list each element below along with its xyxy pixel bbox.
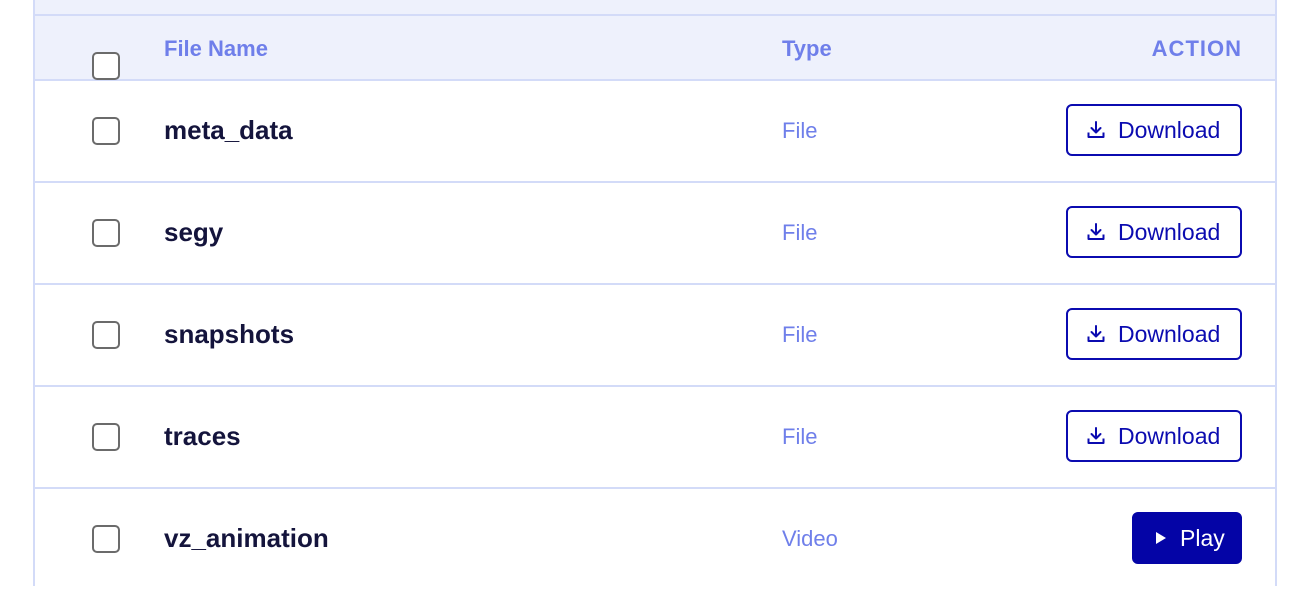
file-type: File [782,118,818,143]
download-icon [1087,223,1105,240]
table-row: meta_data File Download [35,81,1275,183]
row-checkbox[interactable] [92,117,120,145]
download-icon [1087,427,1105,444]
files-table-container: File Name Type ACTION meta_data File Dow… [33,0,1277,586]
file-name: meta_data [164,115,293,145]
download-button[interactable]: Download [1066,206,1242,258]
row-checkbox[interactable] [92,423,120,451]
play-icon [1156,532,1166,544]
file-type: Video [782,526,838,551]
download-button-label: Download [1118,116,1221,143]
table-row: segy File Download [35,183,1275,285]
file-type: File [782,424,818,449]
row-checkbox[interactable] [92,321,120,349]
download-button[interactable]: Download [1066,410,1242,462]
download-icon [1087,121,1105,138]
download-button[interactable]: Download [1066,308,1242,360]
table-top-strip [35,0,1275,16]
file-name: snapshots [164,319,295,349]
download-button-label: Download [1118,218,1221,245]
files-table: File Name Type ACTION meta_data File Dow… [35,16,1275,589]
row-checkbox[interactable] [92,525,120,553]
file-type: File [782,322,818,347]
file-type: File [782,220,818,245]
column-header-file-name[interactable]: File Name [164,36,268,62]
table-header-row: File Name Type ACTION [35,16,1275,81]
table-row: vz_animation Video Play [35,489,1275,589]
table-row: traces File Download [35,387,1275,489]
column-header-type[interactable]: Type [782,36,832,62]
download-button-label: Download [1118,422,1221,449]
column-header-action: ACTION [1151,36,1242,61]
row-checkbox[interactable] [92,219,120,247]
table-row: snapshots File Download [35,285,1275,387]
download-button[interactable]: Download [1066,104,1242,156]
download-button-label: Download [1118,320,1221,347]
play-button-label: Play [1180,524,1225,551]
file-name: segy [164,217,224,247]
download-icon [1087,325,1105,342]
file-name: traces [164,421,241,451]
select-all-checkbox[interactable] [92,52,120,80]
play-button[interactable]: Play [1132,512,1242,564]
file-name: vz_animation [164,523,329,553]
